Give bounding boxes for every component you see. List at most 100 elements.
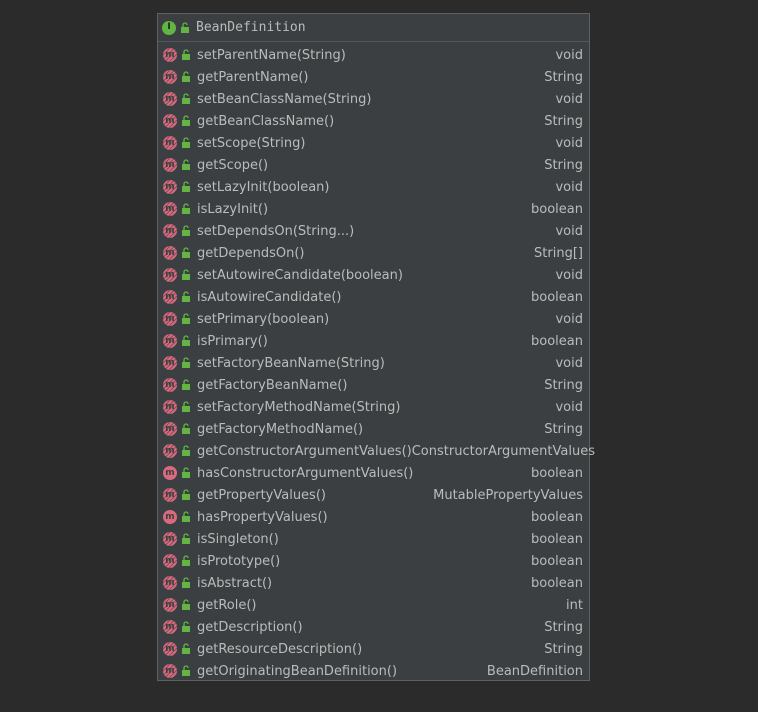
method-row[interactable]: m isSingleton() boolean [158, 528, 589, 550]
public-lock-icon [182, 577, 190, 588]
public-lock-icon [181, 21, 189, 33]
method-icon: m [162, 399, 178, 415]
public-lock-icon [182, 71, 190, 82]
method-icon: m [162, 223, 178, 239]
method-row[interactable]: m getOriginatingBeanDefinition() BeanDef… [158, 660, 589, 682]
method-row[interactable]: m getParentName() String [158, 66, 589, 88]
public-lock-icon [182, 665, 190, 676]
method-return-type: String[] [534, 245, 583, 261]
method-row[interactable]: m hasConstructorArgumentValues() boolean [158, 462, 589, 484]
method-row[interactable]: m isPrototype() boolean [158, 550, 589, 572]
uml-class-box[interactable]: I BeanDefinition m setParentName(String)… [157, 13, 595, 682]
method-name: setFactoryMethodName(String) [197, 399, 401, 415]
public-lock-icon [182, 159, 190, 170]
method-name: setAutowireCandidate(boolean) [197, 267, 403, 283]
method-row[interactable]: m getConstructorArgumentValues() Constru… [158, 440, 595, 462]
method-row[interactable]: m getDescription() String [158, 616, 589, 638]
method-icon: m [162, 289, 178, 305]
method-icon: m [162, 443, 178, 459]
method-icon: m [162, 531, 178, 547]
method-row[interactable]: m getFactoryBeanName() String [158, 374, 589, 396]
public-lock-icon [182, 555, 190, 566]
method-row[interactable]: m setAutowireCandidate(boolean) void [158, 264, 589, 286]
public-lock-icon [182, 181, 190, 192]
public-lock-icon [182, 313, 190, 324]
method-name: getFactoryBeanName() [197, 377, 348, 393]
method-icon: m [162, 355, 178, 371]
method-return-type: boolean [531, 201, 583, 217]
method-row[interactable]: m isAbstract() boolean [158, 572, 589, 594]
public-lock-icon [182, 489, 190, 500]
method-icon: m [163, 466, 177, 480]
method-return-type: boolean [531, 575, 583, 591]
method-name: hasPropertyValues() [197, 509, 328, 525]
method-row[interactable]: m isPrimary() boolean [158, 330, 589, 352]
method-icon: m [162, 487, 178, 503]
public-lock-icon [182, 621, 190, 632]
method-row[interactable]: m getRole() int [158, 594, 589, 616]
method-row[interactable]: m setPrimary(boolean) void [158, 308, 589, 330]
method-name: isAutowireCandidate() [197, 289, 342, 305]
method-row[interactable]: m isAutowireCandidate() boolean [158, 286, 589, 308]
method-return-type: void [555, 47, 583, 63]
method-name: setParentName(String) [197, 47, 346, 63]
method-name: getRole() [197, 597, 257, 613]
interface-icon: I [162, 20, 176, 35]
method-name: setBeanClassName(String) [197, 91, 372, 107]
method-row[interactable]: m getPropertyValues() MutablePropertyVal… [158, 484, 589, 506]
public-lock-icon [182, 93, 190, 104]
method-row[interactable]: m setLazyInit(boolean) void [158, 176, 589, 198]
method-name: getDependsOn() [197, 245, 305, 261]
method-return-type: String [544, 421, 583, 437]
method-row[interactable]: m setBeanClassName(String) void [158, 88, 589, 110]
method-return-type: void [555, 355, 583, 371]
method-icon: m [162, 597, 178, 613]
method-return-type: void [555, 399, 583, 415]
method-return-type: boolean [531, 531, 583, 547]
method-row[interactable]: m getResourceDescription() String [158, 638, 589, 660]
method-row[interactable]: m getBeanClassName() String [158, 110, 589, 132]
method-row[interactable]: m getScope() String [158, 154, 589, 176]
public-lock-icon [182, 115, 190, 126]
method-name: isPrimary() [197, 333, 268, 349]
method-row[interactable]: m hasPropertyValues() boolean [158, 506, 589, 528]
method-name: getConstructorArgumentValues() [197, 443, 412, 459]
method-name: getFactoryMethodName() [197, 421, 364, 437]
method-row[interactable]: m setDependsOn(String...) void [158, 220, 589, 242]
method-return-type: String [544, 113, 583, 129]
method-return-type: String [544, 641, 583, 657]
method-name: setDependsOn(String...) [197, 223, 355, 239]
method-row[interactable]: m getDependsOn() String[] [158, 242, 589, 264]
uml-class-header[interactable]: I BeanDefinition [158, 14, 589, 42]
method-row[interactable]: m setScope(String) void [158, 132, 589, 154]
method-name: getDescription() [197, 619, 303, 635]
public-lock-icon [182, 643, 190, 654]
method-row[interactable]: m setFactoryMethodName(String) void [158, 396, 589, 418]
method-return-type: void [555, 91, 583, 107]
method-return-type: void [555, 179, 583, 195]
method-row[interactable]: m setFactoryBeanName(String) void [158, 352, 589, 374]
method-name: getScope() [197, 157, 269, 173]
public-lock-icon [182, 445, 190, 456]
method-row[interactable]: m isLazyInit() boolean [158, 198, 589, 220]
method-return-type: String [544, 69, 583, 85]
method-icon: m [162, 421, 178, 437]
method-return-type: boolean [531, 465, 583, 481]
method-return-type: void [555, 267, 583, 283]
public-lock-icon [182, 247, 190, 258]
public-lock-icon [182, 511, 190, 522]
public-lock-icon [182, 401, 190, 412]
method-return-type: boolean [531, 333, 583, 349]
public-lock-icon [182, 335, 190, 346]
method-return-type: void [555, 223, 583, 239]
public-lock-icon [182, 379, 190, 390]
method-icon: m [162, 553, 178, 569]
method-return-type: boolean [531, 289, 583, 305]
method-row[interactable]: m setParentName(String) void [158, 44, 589, 66]
method-icon: m [162, 69, 178, 85]
method-name: setScope(String) [197, 135, 306, 151]
public-lock-icon [182, 357, 190, 368]
method-row[interactable]: m getFactoryMethodName() String [158, 418, 589, 440]
method-return-type: void [555, 135, 583, 151]
public-lock-icon [182, 49, 190, 60]
